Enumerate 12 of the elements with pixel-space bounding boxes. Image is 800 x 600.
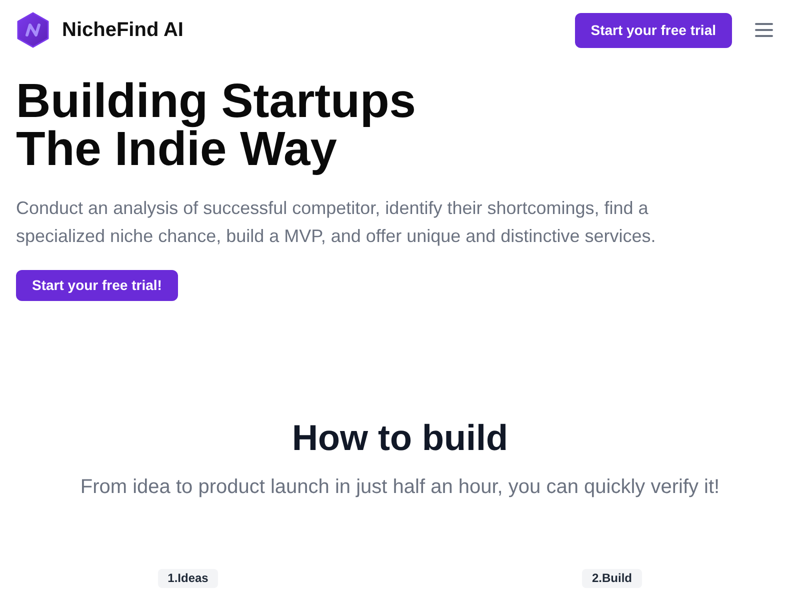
menu-icon (755, 23, 773, 37)
free-trial-button[interactable]: Start your free trial (574, 12, 732, 48)
step-tag: 2.Build (582, 569, 642, 588)
section-title: How to build (292, 418, 508, 458)
free-trial-button[interactable]: Start your free trial! (16, 270, 178, 301)
hero-title-line: Building Startups (16, 78, 417, 126)
hero-description: Conduct an analysis of successful competitor, identify their shortcomings, find a specialized niche chance, build a MVP, and offer unique and distinctive services. (16, 197, 657, 248)
hero-title-line: The Indie Way (16, 126, 337, 174)
section-subtitle: From idea to product launch in just half an hour, you can quickly verify it! (80, 475, 720, 500)
hexagon-logo-icon (16, 12, 50, 48)
brand-name[interactable]: NicheFind AI (62, 15, 184, 45)
step-tag: 1.Ideas (158, 569, 218, 588)
